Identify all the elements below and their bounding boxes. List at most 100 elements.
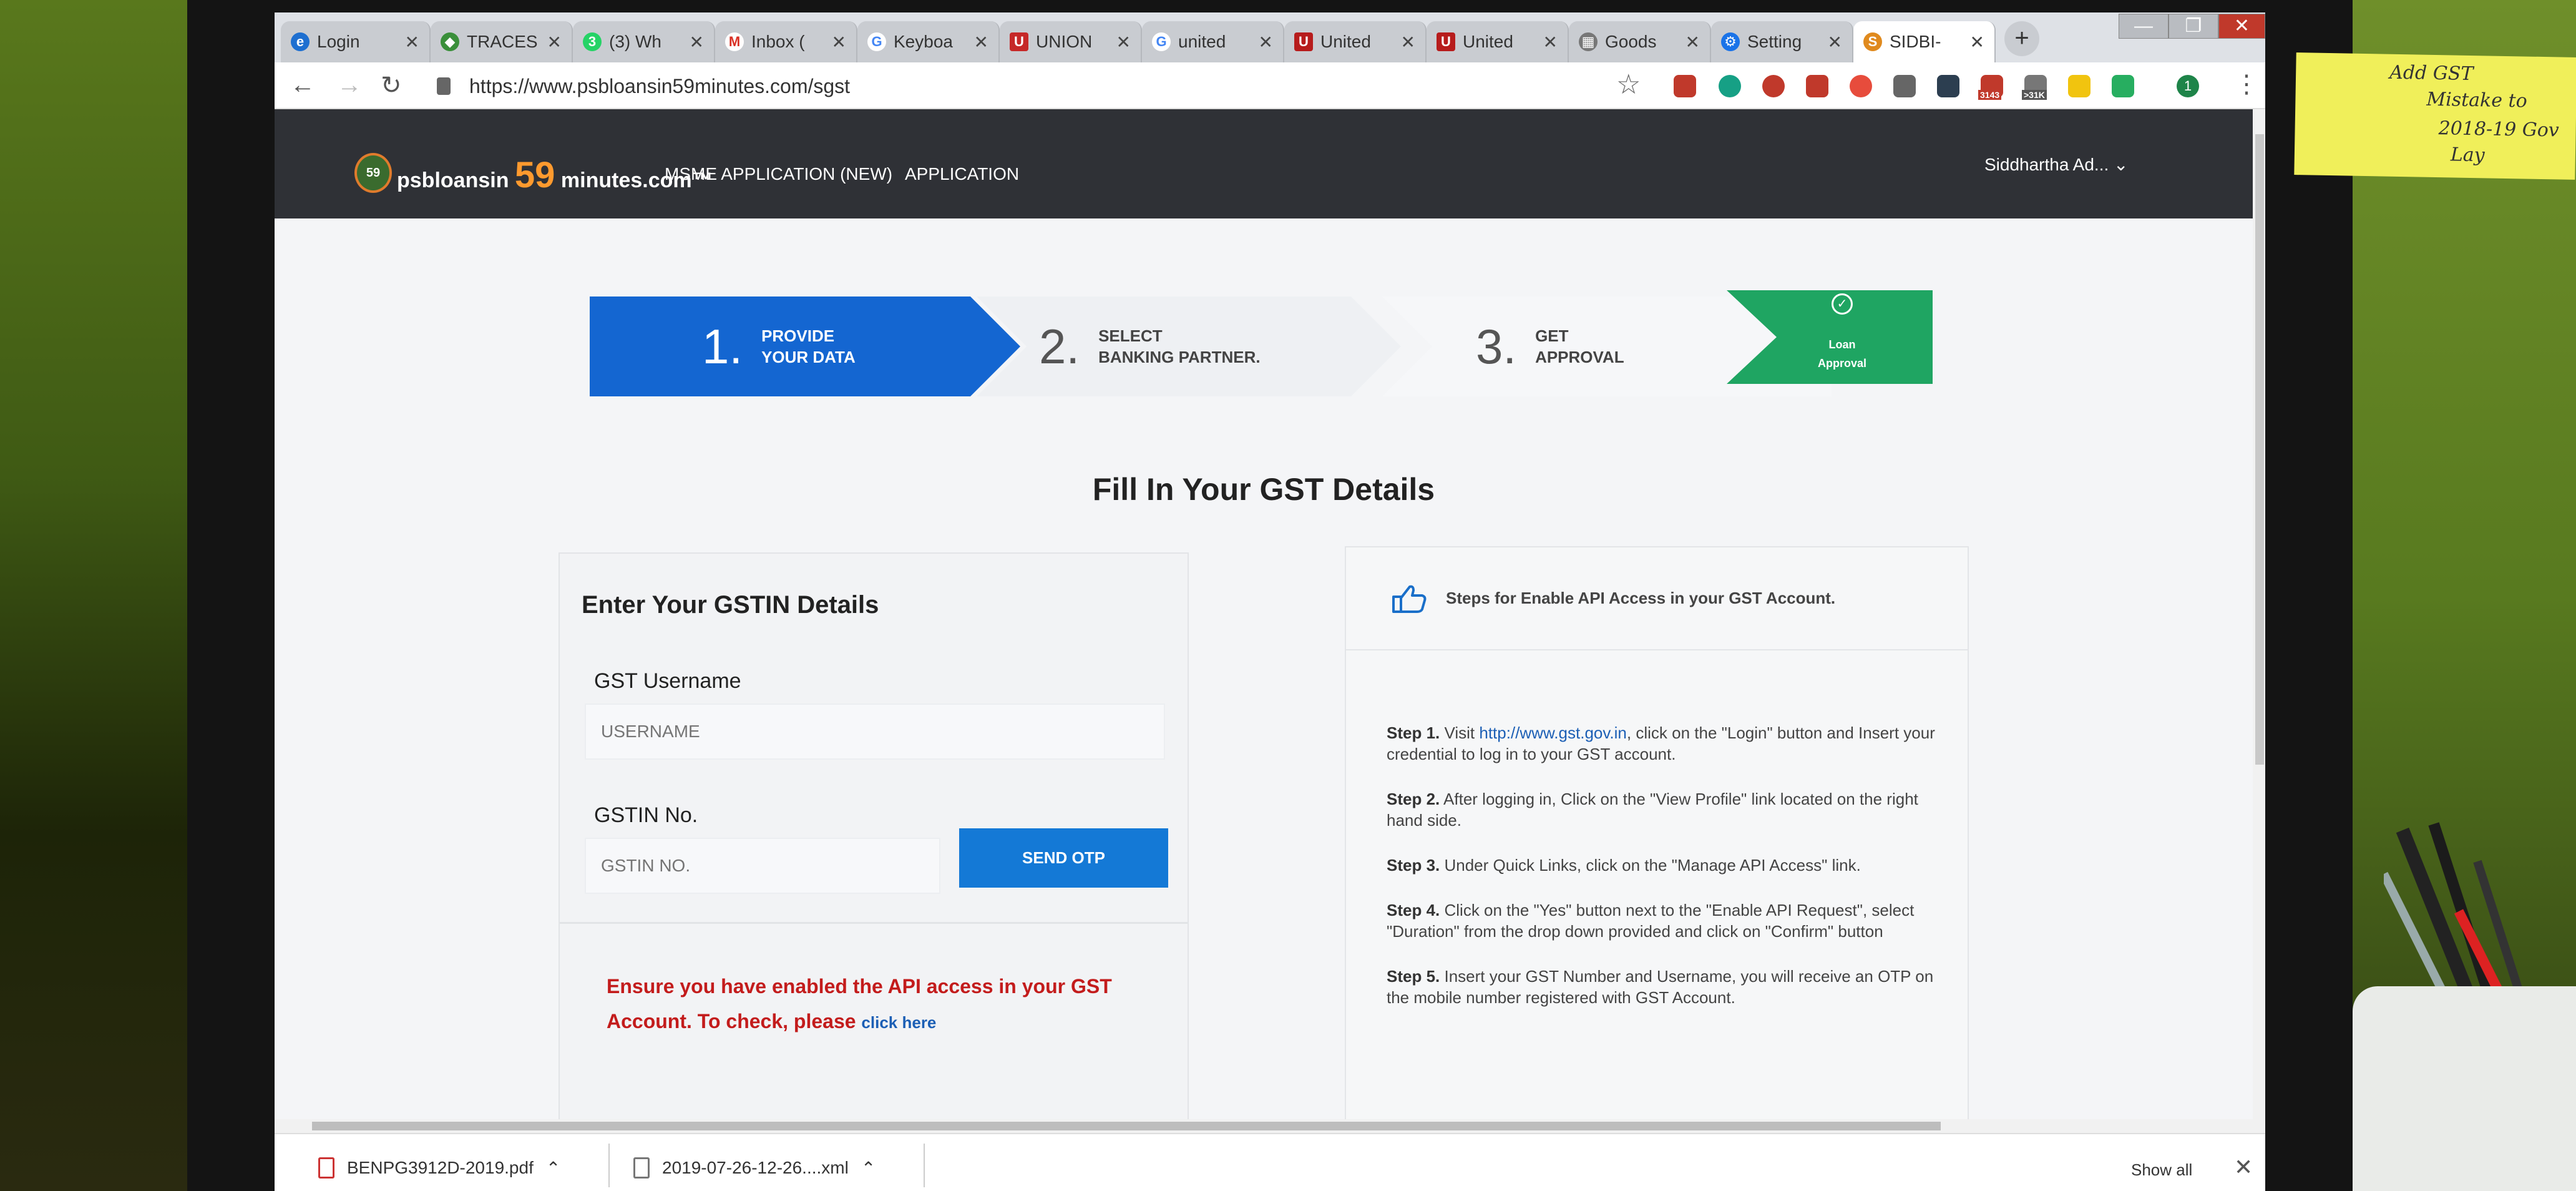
close-icon[interactable]: ✕ [974,32,988,52]
api-access-steps-card: Steps for Enable API Access in your GST … [1345,546,1969,1133]
new-tab-button[interactable]: + [2004,21,2039,56]
pdf-extension-icon[interactable] [1674,75,1696,97]
note-line: Add GST [2389,61,2474,86]
page-title: Fill In Your GST Details [1092,472,1435,507]
mail-count-badge: 3143 [1978,90,2002,100]
step-number: 2. [1039,318,1080,374]
close-icon[interactable]: ✕ [1259,32,1273,52]
bookmark-star-icon[interactable]: ☆ [1616,69,1641,100]
gst-username-label: GST Username [594,669,741,693]
gstin-details-card: Enter Your GSTIN Details GST Username GS… [559,552,1189,1133]
list-item: Step 2. After logging in, Click on the "… [1387,790,1918,830]
close-icon[interactable]: ✕ [1828,32,1842,52]
list-item: Step 5. Insert your GST Number and Usern… [1387,967,1934,1007]
shield-extension-icon[interactable] [1850,75,1872,97]
close-icon[interactable]: ✕ [690,32,704,52]
back-icon[interactable]: ← [290,71,315,99]
sync-extension-icon[interactable] [2112,75,2134,97]
download-filename: BENPG3912D-2019.pdf [347,1158,534,1177]
sticky-note: Add GST Mistake to 2018-19 Gov Lay [2294,52,2576,180]
close-icon[interactable]: ✕ [2234,1154,2253,1180]
send-otp-button[interactable]: SEND OTP [959,828,1168,888]
bolt-extension-icon[interactable] [2068,75,2091,97]
check-icon: ✓ [1832,293,1853,315]
chevron-up-icon[interactable]: ⌃ [861,1158,876,1179]
close-window-button[interactable]: ✕ [2218,14,2265,39]
close-icon[interactable]: ✕ [547,32,562,52]
scrollbar-thumb[interactable] [2255,134,2264,765]
vertical-scrollbar[interactable] [2253,109,2265,1133]
click-here-link[interactable]: click here [861,1013,936,1032]
tab-login[interactable]: e Login ✕ [281,21,431,62]
profile-avatar[interactable]: 1 [2177,75,2199,97]
tab-whatsapp[interactable]: 3 (3) Wh ✕ [573,21,715,62]
restore-button[interactable]: ❐ [2169,14,2218,39]
desk-background-left [0,0,187,1191]
url-text: https://www.psbloansin59minutes.com/sgst [469,74,851,97]
list-item: Step 3. Under Quick Links, click on the … [1387,856,1861,875]
step-label: GET APPROVAL [1535,326,1624,366]
adblock-icon[interactable] [1762,75,1785,97]
gst-username-input[interactable] [585,703,1165,760]
download-item-pdf[interactable]: BENPG3912D-2019.pdf ⌃ [318,1149,560,1187]
gst-portal-link[interactable]: http://www.gst.gov.in [1479,723,1627,742]
tab-keyboard[interactable]: G Keyboa ✕ [857,21,1000,62]
chevron-up-icon[interactable]: ⌃ [546,1158,560,1179]
close-icon[interactable]: ✕ [1970,32,1984,52]
goods-icon: ▦ [1579,32,1598,51]
tab-settings[interactable]: ⚙ Setting ✕ [1711,21,1853,62]
reload-icon[interactable]: ↻ [381,71,402,100]
close-icon[interactable]: ✕ [1401,32,1415,52]
show-all-button[interactable]: Show all [2131,1160,2192,1180]
tab-goods[interactable]: ▦ Goods ✕ [1569,21,1711,62]
tab-traces[interactable]: ◆ TRACES ✕ [431,21,573,62]
list-item: Step 4. Click on the "Yes" button next t… [1387,901,1915,941]
forward-icon[interactable]: → [337,71,362,99]
united-icon: U [1294,32,1313,51]
note-line: Lay [2450,144,2485,167]
tab-label: Inbox ( [751,32,805,51]
step-number: 3. [1476,318,1517,374]
union-bank-icon: U [1010,32,1028,51]
minimize-button[interactable]: — [2119,14,2169,39]
ie-icon: e [291,32,310,51]
close-icon[interactable]: ✕ [1686,32,1700,52]
mug [2353,986,2576,1191]
tab-sidbi[interactable]: S SIDBI- ✕ [1853,21,1996,62]
extension-icon[interactable] [1937,75,1959,97]
gmail-icon: M [725,32,744,51]
site-header: 59 psbloansin 59 minutes.com™ MSME APPLI… [275,109,2253,218]
card-title: Enter Your GSTIN Details [582,591,879,619]
steps-list: Step 1. Visit http://www.gst.gov.in, cli… [1387,722,1936,1032]
close-icon[interactable]: ✕ [405,32,419,52]
web-page: 59 psbloansin 59 minutes.com™ MSME APPLI… [275,109,2253,1133]
close-icon[interactable]: ✕ [832,32,846,52]
traces-icon: ◆ [441,32,459,51]
horizontal-scrollbar[interactable] [275,1119,2253,1133]
tab-united-1[interactable]: U United ✕ [1284,21,1427,62]
menu-icon[interactable]: ⋮ [2234,70,2259,99]
tab-label: united [1178,32,1226,51]
download-item-xml[interactable]: 2019-07-26-12-26....xml ⌃ [633,1149,876,1187]
whatsapp-icon: 3 [583,32,602,51]
tab-united-2[interactable]: U United ✕ [1427,21,1569,62]
divider [924,1144,925,1187]
gstin-input[interactable] [585,838,940,894]
extension-icon[interactable] [1893,75,1916,97]
steps-title: Steps for Enable API Access in your GST … [1446,589,1836,607]
step-provide-data: 1. PROVIDE YOUR DATA [590,297,1020,396]
nav-application[interactable]: APPLICATION [905,164,1019,184]
tab-union[interactable]: U UNION ✕ [1000,21,1142,62]
tab-inbox[interactable]: M Inbox ( ✕ [715,21,857,62]
close-icon[interactable]: ✕ [1116,32,1131,52]
user-menu[interactable]: Siddhartha Ad... ⌄ [1984,154,2129,175]
scrollbar-thumb[interactable] [312,1122,1941,1130]
nav-msme-application[interactable]: MSME APPLICATION (NEW) [665,164,892,184]
close-icon[interactable]: ✕ [1543,32,1558,52]
video-extension-icon[interactable] [1806,75,1828,97]
grammarly-icon[interactable] [1719,75,1741,97]
file-icon [633,1157,650,1179]
browser-tab-strip: e Login ✕ ◆ TRACES ✕ 3 (3) Wh ✕ M Inbox … [275,12,2265,62]
address-bar[interactable]: https://www.psbloansin59minutes.com/sgst [437,69,1922,104]
tab-united-search[interactable]: G united ✕ [1142,21,1284,62]
